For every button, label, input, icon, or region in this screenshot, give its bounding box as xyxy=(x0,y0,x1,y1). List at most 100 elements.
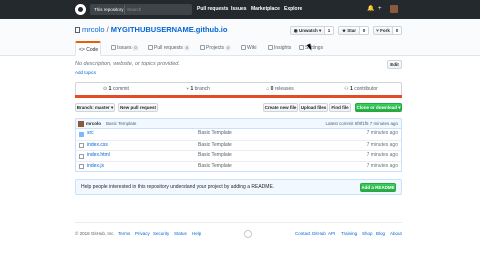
file-name-link[interactable]: index.css xyxy=(87,141,108,151)
issues-count-badge: 0 xyxy=(132,45,139,51)
footer-link-shop[interactable]: Shop xyxy=(362,230,373,238)
footer-link-terms[interactable]: Terms xyxy=(118,230,130,238)
contributors-summary[interactable]: ⚇ 1 contributor xyxy=(320,84,402,94)
fork-button[interactable]: ⑂ Fork xyxy=(373,26,393,35)
file-row-index-html[interactable]: index.html Basic Template 7 minutes ago xyxy=(76,150,401,161)
readme-prompt: Help people interested in this repositor… xyxy=(75,179,402,195)
edit-description-button[interactable]: Edit xyxy=(387,60,402,69)
readme-prompt-text: Help people interested in this repositor… xyxy=(81,184,275,190)
github-mark-icon[interactable] xyxy=(244,230,252,238)
file-list: src Basic Template 7 minutes ago index.c… xyxy=(75,129,402,172)
upload-files-button[interactable]: Upload files xyxy=(299,103,328,112)
repo-book-icon xyxy=(75,27,80,33)
commit-author-link[interactable]: mrcolo xyxy=(86,119,101,128)
file-commit-message[interactable]: Basic Template xyxy=(198,141,232,151)
file-commit-message[interactable]: Basic Template xyxy=(198,151,232,161)
commits-label: commit xyxy=(112,86,129,92)
file-name-link[interactable]: src xyxy=(87,129,94,139)
user-avatar[interactable] xyxy=(390,5,398,13)
file-age: 7 minutes ago xyxy=(366,141,398,148)
star-button[interactable]: ★ Star xyxy=(338,26,360,35)
pull-requests-count-badge: 0 xyxy=(183,45,191,51)
repo-name-link[interactable]: MYGITHUBUSERNAME.github.io xyxy=(111,25,228,34)
add-topics-link[interactable]: Add topics xyxy=(75,70,96,75)
branches-count: 1 xyxy=(190,86,194,92)
tab-insights[interactable]: Insights xyxy=(265,41,294,56)
footer-link-training[interactable]: Training xyxy=(341,230,357,238)
footer-link-security[interactable]: Security xyxy=(153,230,169,238)
project-icon xyxy=(200,45,205,50)
search-input[interactable]: Search xyxy=(127,4,141,15)
contributors-label: contributor xyxy=(354,86,378,92)
tab-wiki[interactable]: Wiki xyxy=(238,41,259,56)
commits-count: 1 xyxy=(108,86,112,92)
tab-wiki-label: Wiki xyxy=(247,45,257,51)
stars-count[interactable]: 0 xyxy=(360,26,369,35)
commits-summary[interactable]: ⊙ 1 commit xyxy=(75,84,157,94)
footer-link-blog[interactable]: Blog xyxy=(376,230,385,238)
file-name-link[interactable]: index.html xyxy=(87,151,110,161)
file-row-src[interactable]: src Basic Template 7 minutes ago xyxy=(76,129,401,140)
tab-code-label: <> Code xyxy=(79,47,99,53)
nav-pull-requests[interactable]: Pull requests xyxy=(197,4,228,15)
clone-or-download-button[interactable]: Clone or download ▾ xyxy=(355,103,402,112)
create-new-file-button[interactable]: Create new file xyxy=(263,103,298,112)
footer-link-about[interactable]: About xyxy=(390,230,402,238)
footer-link-api[interactable]: API xyxy=(328,230,335,238)
nav-marketplace[interactable]: Marketplace xyxy=(251,4,280,15)
footer-link-help[interactable]: Help xyxy=(192,230,201,238)
find-file-button[interactable]: Find file xyxy=(329,103,351,112)
pull-request-icon xyxy=(148,45,153,50)
repo-owner-link[interactable]: mrcolo xyxy=(82,25,105,34)
file-commit-message[interactable]: Basic Template xyxy=(198,162,232,172)
footer-copyright: © 2018 GitHub, Inc. xyxy=(75,231,115,236)
nav-issues[interactable]: Issues xyxy=(231,4,247,15)
search-scope-label: This repository xyxy=(94,7,124,12)
latest-commit-bar: mrcolo Basic Template Latest commit 5f8f… xyxy=(75,118,402,129)
add-readme-button[interactable]: Add a README xyxy=(360,183,396,192)
footer-link-contact[interactable]: Contact GitHub xyxy=(295,230,326,238)
branches-summary[interactable]: ⑂ 1 branch xyxy=(157,84,239,94)
new-pull-request-button[interactable]: New pull request xyxy=(118,103,158,112)
contributors-count: 1 xyxy=(350,86,353,92)
gear-icon xyxy=(299,45,304,50)
repo-description: No description, website, or topics provi… xyxy=(75,61,180,67)
search-box[interactable]: This repository Search xyxy=(90,4,192,15)
nav-explore[interactable]: Explore xyxy=(284,4,302,15)
folder-icon xyxy=(79,131,84,137)
releases-count: 0 xyxy=(270,86,274,92)
releases-summary[interactable]: ⌂ 0 releases xyxy=(239,84,321,94)
projects-count-badge: 0 xyxy=(225,45,232,51)
language-bar[interactable] xyxy=(75,95,402,98)
file-icon xyxy=(79,143,84,148)
tab-pull-requests-label: Pull requests xyxy=(154,45,183,51)
tab-code[interactable]: <> Code xyxy=(75,41,101,56)
latest-commit-meta: Latest commit 5f8f1f5 7 minutes ago xyxy=(325,121,398,126)
github-logo-icon[interactable] xyxy=(75,4,86,15)
tab-projects[interactable]: Projects 0 xyxy=(197,41,234,56)
footer-divider xyxy=(75,222,402,223)
wiki-book-icon xyxy=(241,45,246,50)
tab-pull-requests[interactable]: Pull requests 0 xyxy=(145,41,193,56)
tab-insights-label: Insights xyxy=(274,45,292,51)
branch-select-button[interactable]: Branch: master ▾ xyxy=(75,103,115,112)
file-name-link[interactable]: index.js xyxy=(87,162,104,172)
create-new-plus-icon[interactable]: + xyxy=(378,5,382,14)
commit-message-link[interactable]: Basic Template xyxy=(106,119,136,128)
file-age: 7 minutes ago xyxy=(366,130,398,136)
search-divider xyxy=(124,5,125,14)
forks-count[interactable]: 0 xyxy=(393,26,402,35)
file-row-index-css[interactable]: index.css Basic Template 7 minutes ago xyxy=(76,139,401,151)
commit-author-avatar[interactable] xyxy=(78,121,84,127)
footer-link-status[interactable]: Status xyxy=(174,230,187,238)
repo-title: mrcolo / MYGITHUBUSERNAME.github.io xyxy=(75,25,227,35)
file-commit-message[interactable]: Basic Template xyxy=(198,129,232,139)
unwatch-button[interactable]: ◉ Unwatch ▾ xyxy=(290,26,325,35)
file-icon xyxy=(79,164,84,169)
watchers-count[interactable]: 1 xyxy=(325,26,334,35)
footer-link-privacy[interactable]: Privacy xyxy=(135,230,150,238)
tab-issues[interactable]: Issues 0 xyxy=(108,41,142,56)
bell-icon[interactable]: 🔔 xyxy=(367,5,374,14)
file-row-index-js[interactable]: index.js Basic Template 7 minutes ago xyxy=(76,160,401,172)
file-age: 7 minutes ago xyxy=(366,152,398,158)
